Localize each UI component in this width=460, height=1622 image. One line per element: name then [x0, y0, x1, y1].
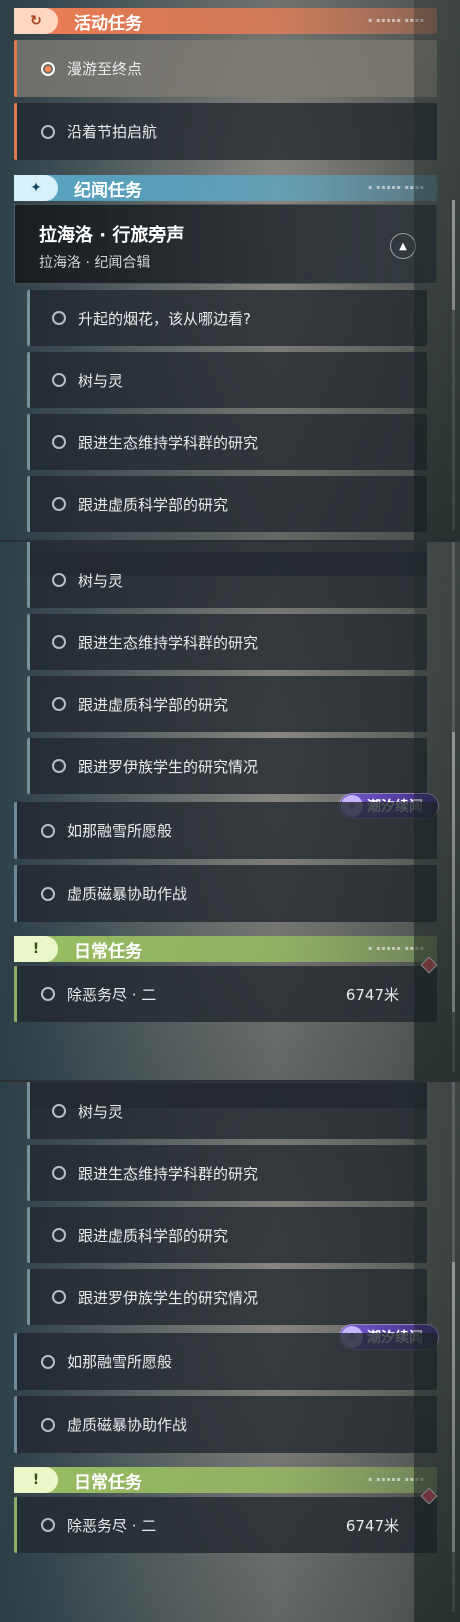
exclamation-icon: !: [14, 1467, 58, 1493]
radio-icon: [52, 759, 66, 773]
chapter-title: 拉海洛 · 行旅旁声: [39, 225, 185, 246]
quest-label: 跟进虚质科学部的研究: [78, 1226, 229, 1245]
header-title: 日常任务: [74, 941, 142, 962]
radio-icon: [52, 635, 66, 649]
header-decoration: ▪ ▪▪▪▪▪ ▪▪▪▪: [368, 184, 425, 191]
quest-item[interactable]: 跟进罗伊族学生的研究情况: [27, 738, 427, 794]
scrollbar-thumb[interactable]: [452, 732, 455, 1012]
quest-item[interactable]: 树与灵: [27, 552, 427, 608]
radio-icon: [52, 697, 66, 711]
radio-icon: [41, 987, 55, 1001]
quest-item[interactable]: 跟进生态维持学科群的研究: [27, 1145, 427, 1201]
chronicle-quests-header[interactable]: ✦ 纪闻任务 ▪ ▪▪▪▪▪ ▪▪▪▪: [14, 175, 437, 201]
quest-panel-2: 树与灵 跟进生态维持学科群的研究 跟进虚质科学部的研究 跟进罗伊族学生的研究情况…: [0, 540, 460, 1082]
quest-label: 漫游至终点: [67, 60, 143, 78]
quest-item-magnetic-storm[interactable]: 虚质磁暴协助作战: [14, 865, 437, 922]
radio-icon: [41, 886, 55, 901]
collapse-icon[interactable]: ▲: [390, 233, 416, 259]
quest-label: 虚质磁暴协助作战: [67, 1416, 188, 1434]
quest-item-melting-snow[interactable]: 如那融雪所愿般: [14, 802, 437, 859]
quest-label: 除恶务尽 · 二: [67, 985, 157, 1004]
header-title: 纪闻任务: [74, 180, 142, 201]
quest-label: 跟进虚质科学部的研究: [78, 695, 229, 714]
quest-label: 跟进生态维持学科群的研究: [78, 633, 259, 652]
radio-icon: [52, 1228, 66, 1242]
scrollbar-thumb[interactable]: [452, 200, 455, 310]
quest-item[interactable]: 跟进虚质科学部的研究: [27, 476, 427, 532]
radio-icon: [41, 1354, 55, 1369]
quest-item-melting-snow[interactable]: 如那融雪所愿般: [14, 1333, 437, 1390]
quest-label: 虚质磁暴协助作战: [67, 885, 188, 903]
quest-label: 跟进生态维持学科群的研究: [78, 433, 259, 452]
quest-label: 跟进虚质科学部的研究: [78, 495, 229, 514]
quest-label: 跟进罗伊族学生的研究情况: [78, 1288, 259, 1307]
quest-item[interactable]: 跟进罗伊族学生的研究情况: [27, 1269, 427, 1325]
radio-icon: [41, 124, 55, 139]
quest-item-magnetic-storm[interactable]: 虚质磁暴协助作战: [14, 1396, 437, 1453]
quest-panel-3: 树与灵 跟进生态维持学科群的研究 跟进虚质科学部的研究 跟进罗伊族学生的研究情况…: [0, 1080, 460, 1622]
radio-icon: [41, 823, 55, 838]
radio-icon: [41, 1417, 55, 1432]
header-title: 活动任务: [74, 13, 142, 34]
quest-item[interactable]: 跟进生态维持学科群的研究: [27, 414, 427, 470]
quest-label: 沿着节拍启航: [67, 123, 158, 141]
activity-quests-header[interactable]: ↻ 活动任务 ▪ ▪▪▪▪▪ ▪▪▪▪: [14, 8, 437, 34]
quest-item[interactable]: 树与灵: [27, 352, 427, 408]
exclamation-icon: !: [14, 936, 58, 962]
radio-icon: [52, 573, 66, 587]
quest-label: 跟进生态维持学科群的研究: [78, 1164, 259, 1183]
radio-icon: [52, 1290, 66, 1304]
quest-label: 树与灵: [78, 571, 124, 590]
quest-item[interactable]: 升起的烟花，该从哪边看?: [27, 290, 427, 346]
header-decoration: ▪ ▪▪▪▪▪ ▪▪▪▪: [368, 1476, 425, 1483]
daily-quests-header[interactable]: ! 日常任务 ▪ ▪▪▪▪▪ ▪▪▪▪: [14, 936, 437, 962]
quest-label: 跟进罗伊族学生的研究情况: [78, 757, 259, 776]
quest-item[interactable]: 跟进虚质科学部的研究: [27, 1207, 427, 1263]
radio-icon: [52, 497, 66, 511]
sparkle-icon: ✦: [14, 175, 58, 201]
chapter-card[interactable]: 拉海洛 · 行旅旁声 拉海洛 · 纪闻合辑 ▲: [14, 204, 437, 284]
radio-icon: [52, 1104, 66, 1118]
quest-distance: 6747米: [345, 985, 399, 1004]
quest-item-roam-to-end[interactable]: 漫游至终点: [14, 40, 437, 97]
quest-label: 树与灵: [78, 1102, 124, 1121]
radio-icon: [41, 1518, 55, 1532]
quest-panel-1: ↻ 活动任务 ▪ ▪▪▪▪▪ ▪▪▪▪ 漫游至终点 沿着节拍启航 ✦ 纪闻任务 …: [0, 0, 460, 540]
quest-item[interactable]: 跟进生态维持学科群的研究: [27, 614, 427, 670]
quest-item-set-sail-beat[interactable]: 沿着节拍启航: [14, 103, 437, 160]
daily-quests-header[interactable]: ! 日常任务 ▪ ▪▪▪▪▪ ▪▪▪▪: [14, 1467, 437, 1493]
quest-label: 如那融雪所愿般: [67, 1353, 173, 1371]
quest-item-daily[interactable]: 除恶务尽 · 二 6747米: [14, 956, 438, 1022]
radio-icon: [52, 373, 66, 387]
radio-icon: [52, 311, 66, 325]
radio-icon: [52, 435, 66, 449]
quest-label: 除恶务尽 · 二: [67, 1516, 157, 1535]
header-title: 日常任务: [74, 1472, 142, 1493]
header-decoration: ▪ ▪▪▪▪▪ ▪▪▪▪: [368, 945, 425, 952]
quest-label: 升起的烟花，该从哪边看?: [78, 309, 251, 328]
radio-icon: [52, 1166, 66, 1180]
quest-distance: 6747米: [345, 1516, 399, 1535]
quest-label: 如那融雪所愿般: [67, 822, 173, 840]
header-decoration: ▪ ▪▪▪▪▪ ▪▪▪▪: [368, 17, 425, 24]
activity-refresh-icon: ↻: [14, 8, 58, 34]
quest-label: 树与灵: [78, 371, 124, 390]
scrollbar-thumb[interactable]: [452, 1262, 455, 1552]
quest-item-daily[interactable]: 除恶务尽 · 二 6747米: [14, 1487, 438, 1553]
chapter-subtitle: 拉海洛 · 纪闻合辑: [39, 255, 151, 271]
quest-item[interactable]: 树与灵: [27, 1083, 427, 1139]
radio-selected-icon: [41, 61, 55, 76]
quest-item[interactable]: 跟进虚质科学部的研究: [27, 676, 427, 732]
